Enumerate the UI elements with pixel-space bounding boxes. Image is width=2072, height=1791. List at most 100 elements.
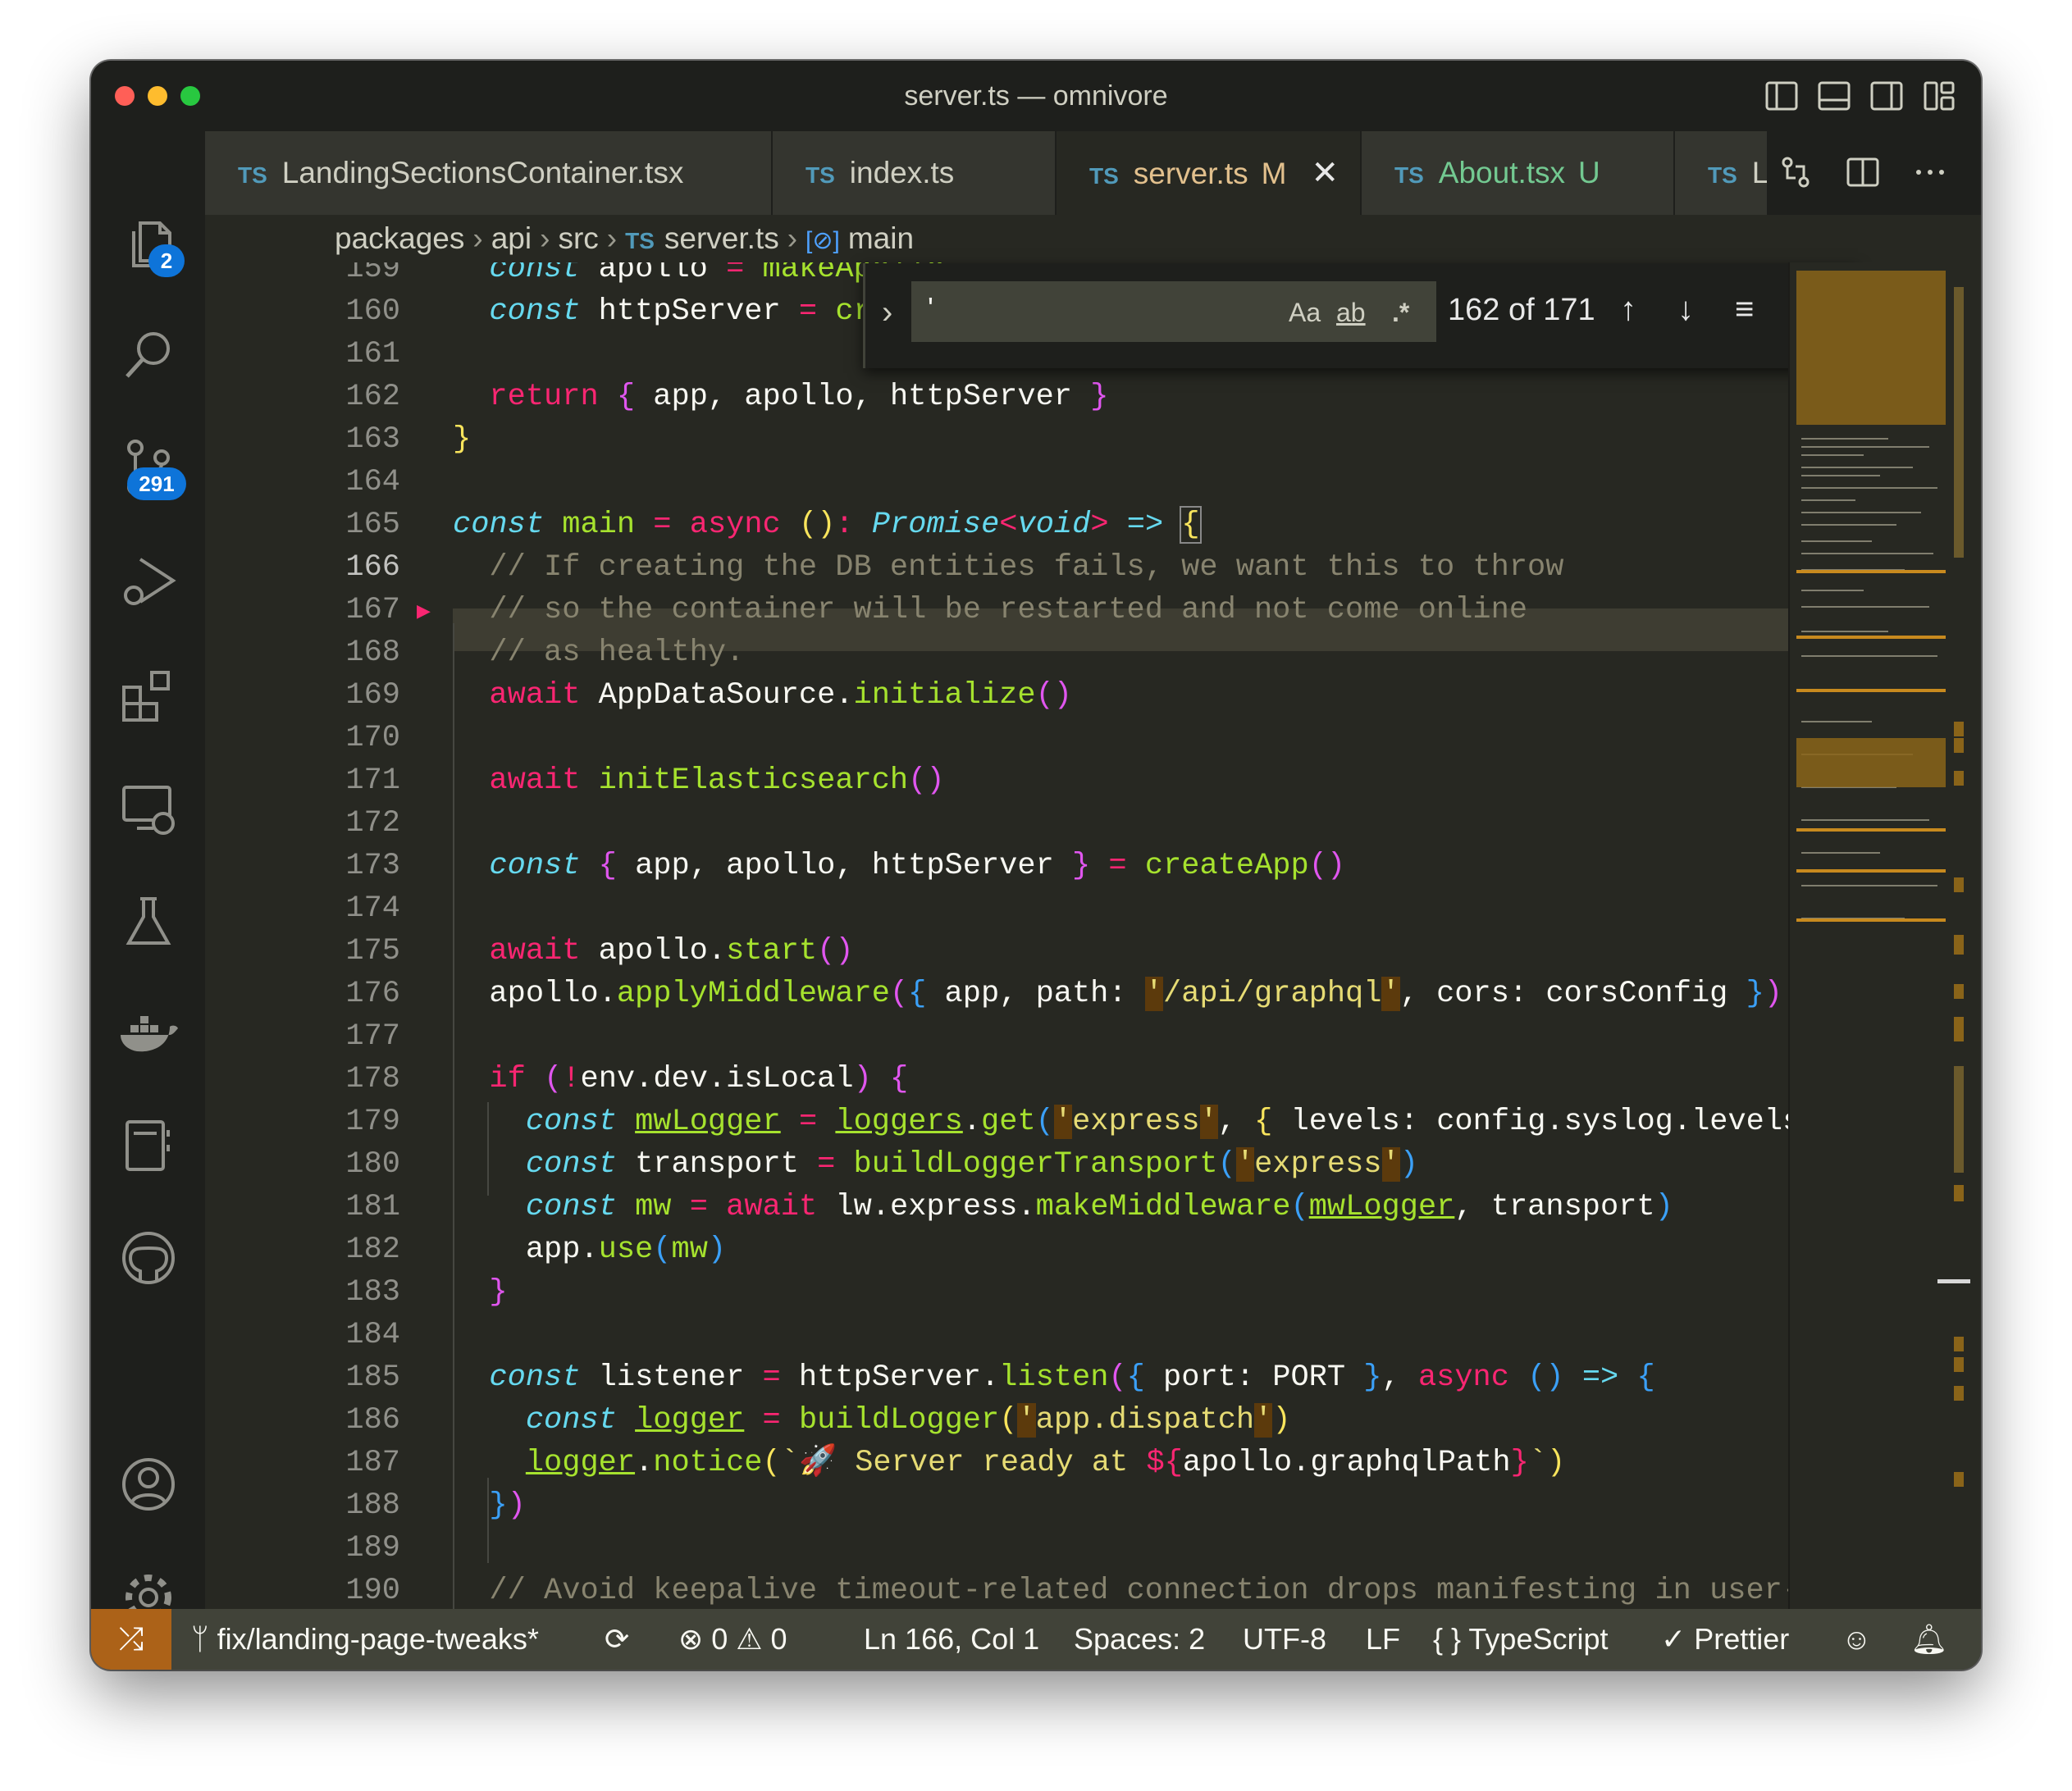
breadcrumb-file[interactable]: server.ts: [664, 221, 779, 255]
chevron-right-icon: ›: [540, 221, 550, 255]
code-text: // If creating the DB entities fails, we…: [489, 550, 1564, 585]
remote-indicator-icon[interactable]: ⤮: [91, 1609, 171, 1670]
line-number: 164: [345, 465, 400, 499]
chevron-right-icon: ›: [787, 221, 798, 255]
find-widget: › ' Aa ab .* 162 of 171 ↑ ↓ ≡ ✕: [863, 263, 1858, 368]
notebook-icon[interactable]: [116, 1112, 181, 1178]
line-number: 172: [345, 806, 400, 841]
line-number: 178: [345, 1062, 400, 1096]
breadcrumb-api[interactable]: api: [491, 221, 532, 255]
typescript-file-icon: TS: [1394, 162, 1424, 188]
line-number: 180: [345, 1147, 400, 1182]
breadcrumb-symbol[interactable]: main: [848, 221, 914, 255]
code-line: 170: [205, 717, 1788, 759]
explorer-badge: 2: [148, 244, 185, 277]
code-line: 175 await apollo.start(): [205, 930, 1788, 973]
minimap-preview: [1796, 271, 1970, 1487]
line-number: 176: [345, 977, 400, 1011]
code-text: const main = async (): Promise<void> => …: [453, 506, 1202, 544]
breadcrumb-src[interactable]: src: [558, 221, 598, 255]
find-in-selection-icon[interactable]: ≡: [1735, 291, 1754, 328]
line-number: 175: [345, 934, 400, 968]
line-number: 171: [345, 763, 400, 798]
remote-explorer-icon[interactable]: [116, 776, 181, 841]
code-line: 172: [205, 802, 1788, 845]
accounts-icon[interactable]: [116, 1451, 181, 1517]
code-line: 187 logger.notice(`🚀 Server ready at ${a…: [205, 1442, 1788, 1484]
branch-status[interactable]: ᛘ fix/landing-page-tweaks*: [191, 1609, 539, 1670]
error-icon: ⊗: [678, 1622, 704, 1656]
line-number: 177: [345, 1019, 400, 1054]
run-debug-icon[interactable]: [116, 549, 181, 615]
tab-index-ts[interactable]: TS index.ts: [773, 131, 1057, 215]
github-icon[interactable]: [116, 1225, 181, 1291]
more-actions-icon[interactable]: [1912, 154, 1948, 190]
line-number: 173: [345, 849, 400, 883]
open-changes-icon[interactable]: [1778, 154, 1814, 190]
untracked-indicator: U: [1578, 156, 1600, 189]
line-number: 183: [345, 1275, 400, 1310]
tab-label: server.ts: [1133, 157, 1248, 190]
layout-controls: [1764, 79, 1956, 113]
title-bar: server.ts — omnivore: [91, 61, 1981, 132]
code-text: apollo.applyMiddleware({ app, path: '/ap…: [453, 977, 1782, 1011]
toggle-primary-sidebar-icon[interactable]: [1764, 79, 1799, 113]
notifications-bell-icon[interactable]: 🔔︎: [1910, 1609, 1948, 1670]
line-number: 159: [345, 262, 400, 286]
code-text: }): [489, 1488, 526, 1523]
language-status[interactable]: { } TypeScript: [1433, 1609, 1609, 1670]
tab-landing-sections-container[interactable]: TS LandingSectionsContainer.tsx: [205, 131, 773, 215]
code-line: 162 return { app, apollo, httpServer }: [205, 376, 1788, 418]
code-line: 169 await AppDataSource.initialize(): [205, 674, 1788, 717]
problems-status[interactable]: ⊗ 0 ⚠ 0: [678, 1609, 787, 1670]
tab-server-ts[interactable]: TS server.ts M ✕: [1057, 131, 1362, 215]
match-case-toggle[interactable]: Aa: [1289, 298, 1321, 328]
breadcrumb-packages[interactable]: packages: [335, 221, 464, 255]
line-number: 161: [345, 337, 400, 371]
formatter-status[interactable]: ✓ Prettier: [1661, 1609, 1789, 1670]
testing-icon[interactable]: [116, 889, 181, 955]
error-count: 0: [711, 1622, 728, 1656]
line-number: 186: [345, 1403, 400, 1438]
code-text: await AppDataSource.initialize(): [489, 678, 1072, 713]
code-editor[interactable]: ▶ 159 const apollo = makeApollo 160 cons…: [205, 262, 1788, 1609]
line-number: 181: [345, 1190, 400, 1224]
sync-icon[interactable]: ⟳: [605, 1609, 629, 1670]
line-number: 162: [345, 380, 400, 414]
chevron-right-icon: ›: [472, 221, 483, 255]
typescript-file-icon: TS: [1708, 162, 1737, 188]
editor-window: server.ts — omnivore 2 291 TS LandingSec…: [91, 61, 1981, 1670]
code-line: 186 const logger = buildLogger('app.disp…: [205, 1399, 1788, 1442]
line-number: 165: [345, 508, 400, 542]
search-icon[interactable]: [116, 322, 181, 388]
toggle-panel-icon[interactable]: [1817, 79, 1851, 113]
encoding-status[interactable]: UTF-8: [1243, 1609, 1326, 1670]
code-text: return { app, apollo, httpServer }: [489, 380, 1109, 414]
line-number: 163: [345, 422, 400, 457]
extensions-icon[interactable]: [116, 663, 181, 728]
indentation-status[interactable]: Spaces: 2: [1074, 1609, 1205, 1670]
split-editor-icon[interactable]: [1845, 154, 1881, 190]
git-branch-icon: ᛘ: [191, 1622, 209, 1656]
whole-word-toggle[interactable]: ab: [1336, 298, 1366, 328]
modified-indicator: M: [1261, 157, 1287, 190]
language-name: TypeScript: [1468, 1622, 1609, 1656]
tab-about-tsx[interactable]: TS About.tsx U: [1362, 131, 1675, 215]
close-tab-icon[interactable]: ✕: [1311, 155, 1339, 191]
toggle-replace-icon[interactable]: ›: [882, 294, 892, 331]
previous-match-icon[interactable]: ↑: [1620, 291, 1636, 328]
tab-overflow[interactable]: TS L: [1675, 131, 1769, 215]
toggle-secondary-sidebar-icon[interactable]: [1869, 79, 1904, 113]
feedback-icon[interactable]: ☺: [1842, 1609, 1872, 1670]
regex-toggle[interactable]: .*: [1392, 298, 1409, 328]
chevron-right-icon: ›: [606, 221, 618, 255]
editor-actions: [1778, 154, 1948, 190]
minimap[interactable]: [1788, 262, 1981, 1609]
eol-status[interactable]: LF: [1366, 1609, 1400, 1670]
next-match-icon[interactable]: ↓: [1677, 291, 1694, 328]
code-line: 189: [205, 1527, 1788, 1570]
docker-icon[interactable]: [116, 1000, 181, 1066]
code-line: 177: [205, 1015, 1788, 1058]
cursor-position[interactable]: Ln 166, Col 1: [864, 1609, 1039, 1670]
customize-layout-icon[interactable]: [1922, 79, 1956, 113]
